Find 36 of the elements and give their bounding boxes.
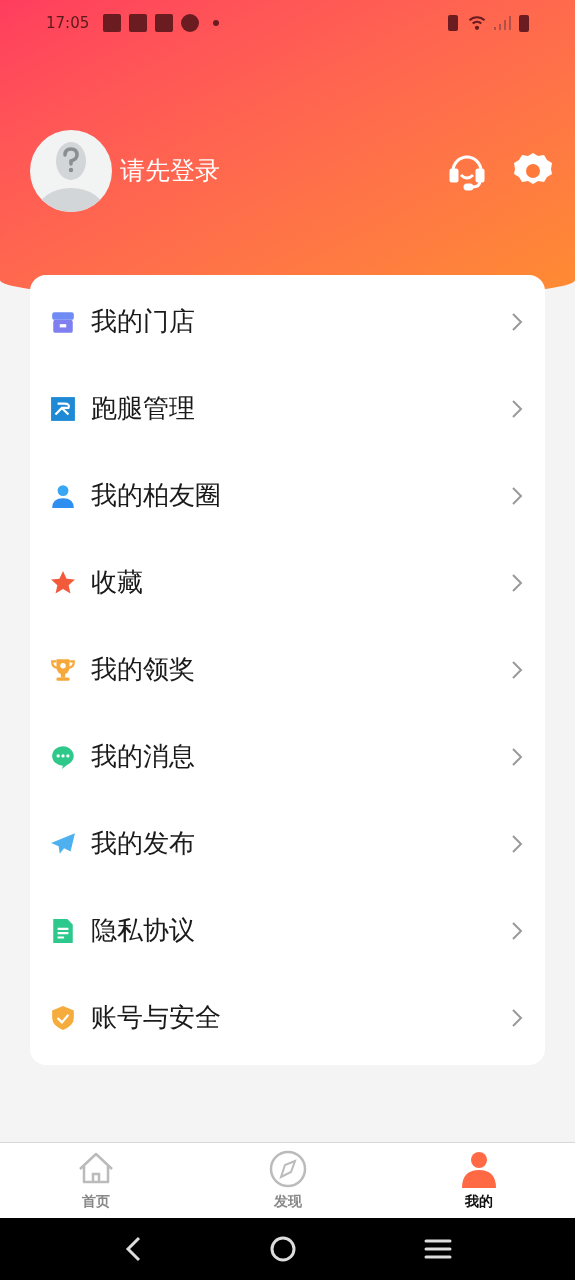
chevron-right-icon (511, 398, 523, 419)
home-circle-icon[interactable] (269, 1235, 298, 1263)
status-time: 17:05 (46, 12, 90, 34)
chevron-right-icon (511, 833, 523, 854)
chevron-right-icon (511, 920, 523, 941)
chat-bubble-icon (50, 743, 76, 770)
tab-bar-item[interactable]: 首页 (0, 1143, 192, 1218)
menu-icon[interactable] (423, 1237, 452, 1261)
chevron-right-icon (511, 659, 523, 680)
menu-item[interactable]: 收藏 (30, 539, 545, 626)
star-icon (50, 569, 76, 596)
person-icon (50, 482, 76, 509)
menu-item[interactable]: 隐私协议 (30, 887, 545, 974)
menu-item[interactable]: 账号与安全 (30, 974, 545, 1061)
shield-icon (50, 1004, 76, 1031)
chevron-right-icon (511, 311, 523, 332)
wifi-icon (468, 16, 486, 30)
chevron-right-icon (511, 1007, 523, 1028)
trophy-icon (50, 656, 76, 683)
chevron-right-icon (511, 572, 523, 593)
menu-item[interactable]: 我的门店 (30, 278, 545, 365)
signal-icon (494, 16, 511, 30)
compass-icon (267, 1149, 308, 1189)
menu-item[interactable]: 我的消息 (30, 713, 545, 800)
tab-bar-item[interactable]: 发现 (191, 1143, 384, 1218)
avatar-placeholder-icon (30, 130, 112, 212)
menu-item[interactable]: 跑腿管理 (30, 365, 545, 452)
menu-item[interactable]: 我的领奖 (30, 626, 545, 713)
document-icon (50, 917, 76, 944)
chevron-right-icon (511, 485, 523, 506)
chevron-right-icon (511, 746, 523, 767)
tab-bar-item[interactable]: 我的 (383, 1143, 575, 1218)
menu-item[interactable]: 我的柏友圈 (30, 452, 545, 539)
r-logo-icon (50, 395, 76, 422)
menu-item[interactable]: 我的发布 (30, 800, 545, 887)
dot-icon (213, 20, 220, 26)
